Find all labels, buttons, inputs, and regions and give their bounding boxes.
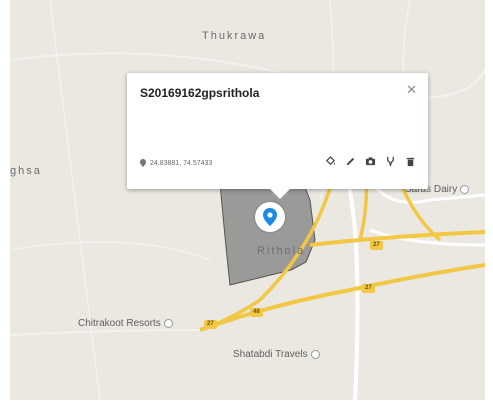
place-label-ghsa: ghsa [10,165,42,177]
poi-marker-icon [163,318,173,328]
place-label-thukrawa: Thukrawa [202,30,267,42]
poi-chitrakoot-resorts[interactable]: Chitrakoot Resorts [78,318,173,329]
fork-icon[interactable] [385,156,396,167]
paint-bucket-icon[interactable] [325,156,336,167]
poi-marker-icon [310,349,320,359]
map-pin-icon [263,208,277,226]
map-base-layer [10,0,485,400]
location-pin-icon [140,159,146,167]
road-badge: 48 [250,308,263,317]
road-badge: 27 [370,241,383,250]
coordinates-text: 24.83881, 74.57433 [150,159,213,167]
marker[interactable] [255,202,285,232]
coordinates-row: 24.83881, 74.57433 [140,159,212,167]
popup-toolbar [325,156,416,167]
poi-label: Shatabdi Travels [233,349,308,360]
poi-marker-icon [460,184,470,194]
info-popup: S20169162gpsrithola ✕ 24.83881, 74.57433 [127,73,428,199]
map-canvas[interactable]: Thukrawa ghsa Rithola Saras Dairy Chitra… [10,0,485,400]
camera-icon[interactable] [365,156,376,167]
popup-title: S20169162gpsrithola [140,86,260,100]
trash-icon[interactable] [405,156,416,167]
map-frame: Thukrawa ghsa Rithola Saras Dairy Chitra… [0,0,493,405]
close-icon[interactable]: ✕ [406,82,417,98]
poi-shatabdi-travels[interactable]: Shatabdi Travels [233,349,320,360]
poi-label: Chitrakoot Resorts [78,318,161,329]
road-badge: 27 [204,320,217,329]
pencil-icon[interactable] [345,156,356,167]
road-badge: 27 [362,284,375,293]
place-label-rithola: Rithola [257,245,306,257]
